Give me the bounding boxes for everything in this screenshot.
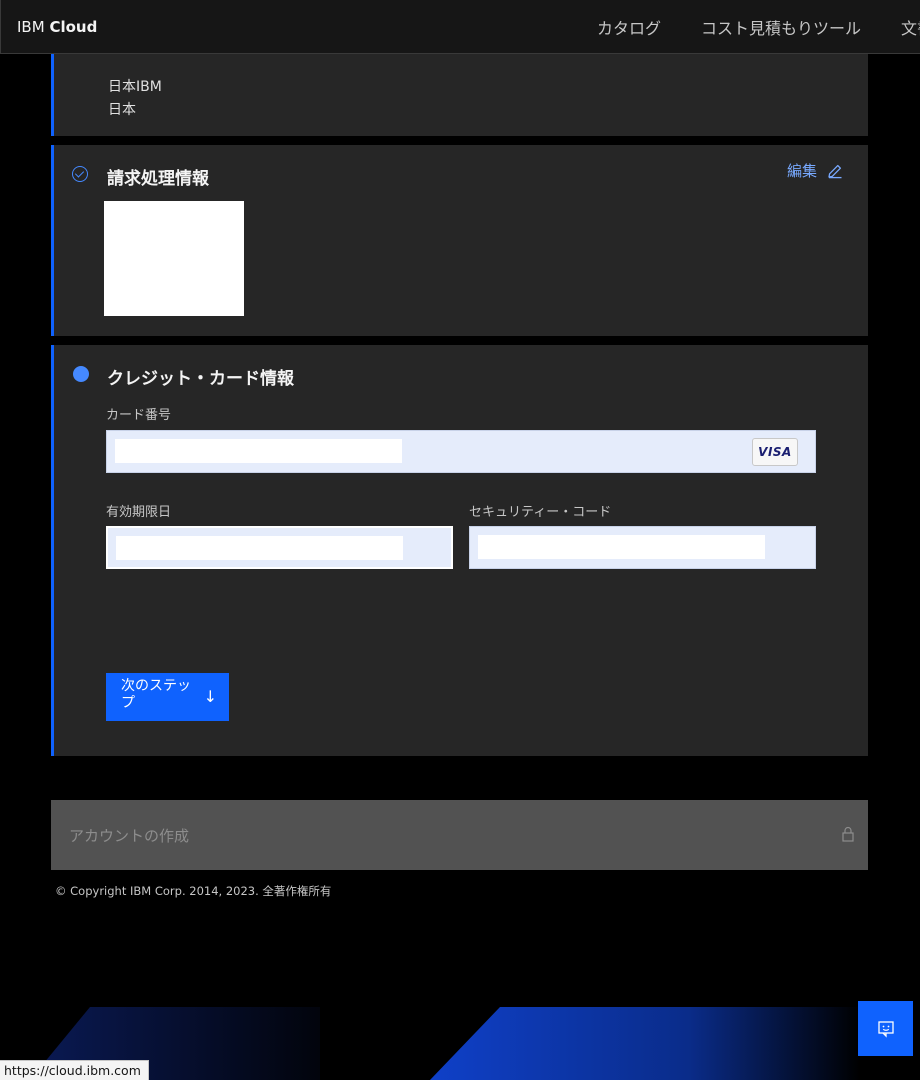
address-panel: 日本IBM 日本	[51, 54, 868, 136]
billing-info-panel: 請求処理情報 編集	[51, 145, 868, 336]
security-code-input[interactable]	[478, 535, 765, 559]
brand-prefix: IBM	[17, 17, 45, 36]
credit-card-panel: クレジット・カード情報 カード番号 VISA 有効期限日 セキュリティー・コード…	[51, 345, 868, 756]
next-step-label: 次のステップ	[121, 678, 191, 711]
edit-label: 編集	[787, 162, 818, 180]
arrow-down-icon: ↓	[203, 687, 217, 706]
chat-icon	[877, 1020, 894, 1038]
nav-catalog[interactable]: カタログ	[597, 15, 661, 39]
create-account-label: アカウントの作成	[69, 827, 190, 845]
address-country: 日本	[108, 102, 136, 118]
card-number-field[interactable]: VISA	[106, 430, 816, 473]
copyright-text: © Copyright IBM Corp. 2014, 2023. 全著作権所有	[55, 884, 332, 898]
top-nav: カタログ コスト見積もりツール 文書	[597, 0, 920, 54]
pencil-icon	[828, 164, 842, 178]
card-number-input[interactable]	[115, 439, 402, 463]
chat-button[interactable]	[858, 1001, 913, 1056]
address-company: 日本IBM	[108, 79, 162, 95]
security-code-label: セキュリティー・コード	[469, 505, 612, 520]
credit-card-title: クレジット・カード情報	[107, 369, 294, 389]
expiry-input[interactable]	[116, 536, 403, 560]
ibm-cloud-logo[interactable]: IBM Cloud	[17, 18, 97, 36]
lock-icon	[842, 826, 854, 842]
step-complete-check-icon	[72, 166, 88, 182]
edit-billing-link[interactable]: 編集	[787, 160, 843, 181]
card-number-label: カード番号	[106, 408, 172, 423]
nav-docs[interactable]: 文書	[901, 15, 920, 39]
billing-details-redacted	[104, 201, 244, 316]
visa-card-icon: VISA	[752, 438, 798, 466]
expiry-label: 有効期限日	[106, 505, 172, 520]
status-bar-url: https://cloud.ibm.com	[0, 1060, 149, 1080]
create-account-panel: アカウントの作成	[51, 800, 868, 870]
security-code-field[interactable]	[469, 526, 816, 569]
next-step-button[interactable]: 次のステップ ↓	[106, 673, 229, 721]
step-active-dot-icon	[73, 366, 89, 382]
billing-title: 請求処理情報	[107, 169, 209, 189]
brand-bold: Cloud	[49, 17, 98, 36]
nav-cost-estimator[interactable]: コスト見積もりツール	[701, 15, 861, 39]
top-header: IBM Cloud カタログ コスト見積もりツール 文書	[0, 0, 920, 54]
expiry-field[interactable]	[106, 526, 453, 569]
